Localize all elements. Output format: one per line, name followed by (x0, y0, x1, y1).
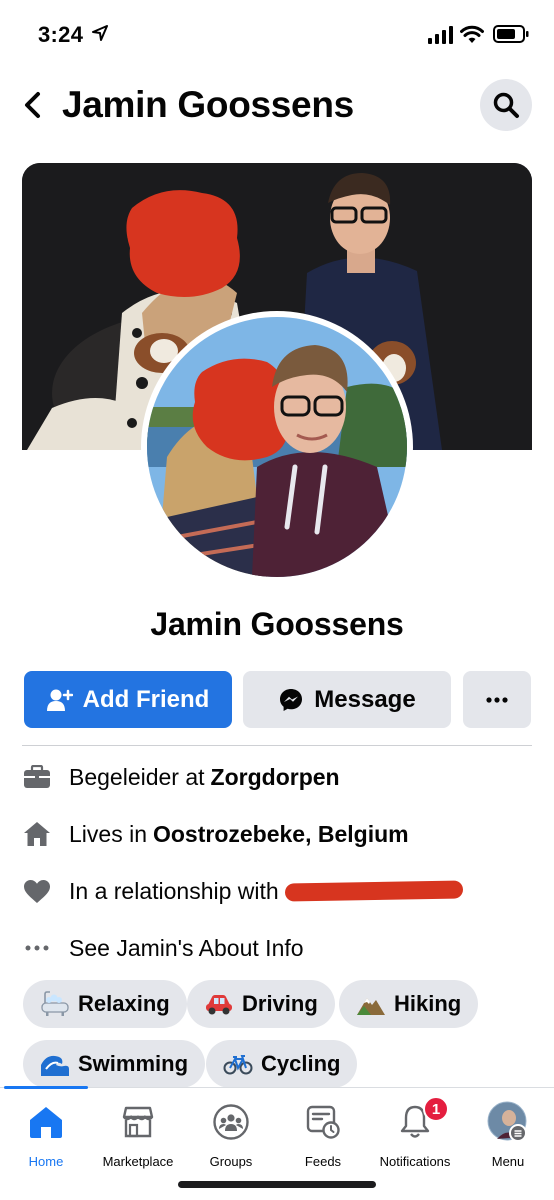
heart-icon (24, 879, 50, 903)
tab-marketplace[interactable]: Marketplace (88, 1102, 188, 1169)
active-tab-indicator (4, 1086, 88, 1089)
home-icon (30, 1107, 62, 1138)
notification-badge: 1 (423, 1096, 449, 1122)
tab-feeds[interactable]: Feeds (273, 1102, 373, 1169)
lives-info-row[interactable]: Lives in Oostrozebeke, Belgium (22, 814, 532, 854)
tab-label: Feeds (304, 1154, 342, 1169)
ellipsis-icon (486, 696, 508, 703)
car-emoji-icon (206, 995, 232, 1015)
status-bar: 3:24 (0, 0, 554, 70)
search-button[interactable] (480, 79, 532, 131)
lives-prefix: Lives in (69, 820, 147, 847)
hobby-label: Hiking (394, 991, 462, 1016)
add-friend-button[interactable]: Add Friend (24, 671, 232, 728)
location-arrow-icon (92, 25, 108, 41)
message-label: Message (314, 685, 416, 713)
battery-icon (493, 25, 529, 43)
messenger-icon (280, 688, 303, 711)
tab-label: Home (28, 1154, 64, 1169)
groups-icon (213, 1104, 249, 1140)
bicycle-emoji-icon (223, 1055, 253, 1075)
tab-groups[interactable]: Groups (181, 1102, 281, 1169)
cellular-signal-icon (428, 26, 453, 44)
tab-label: Menu (491, 1154, 525, 1169)
hobby-label: Cycling (261, 1051, 341, 1076)
work-info-row[interactable]: Begeleider at Zorgdorpen (22, 757, 532, 797)
lives-place-link[interactable]: Oostrozebeke, Belgium (153, 821, 409, 848)
avatar-menu-icon (487, 1101, 527, 1142)
profile-picture[interactable] (141, 311, 413, 583)
bathtub-emoji-icon (41, 991, 69, 1016)
feeds-icon (306, 1105, 340, 1139)
hobby-chip-swimming[interactable]: Swimming (23, 1040, 206, 1088)
mountain-emoji-icon (357, 998, 385, 1015)
profile-name: Jamin Goossens (150, 606, 404, 642)
search-icon (493, 92, 519, 118)
message-button[interactable]: Message (243, 671, 451, 728)
status-time: 3:24 (38, 22, 84, 47)
ellipsis-icon (25, 945, 49, 951)
relationship-info-row[interactable]: In a relationship with (22, 871, 532, 911)
relationship-prefix: In a relationship with (69, 877, 279, 904)
hobby-chip-driving[interactable]: Driving (187, 980, 335, 1028)
hobby-label: Driving (242, 991, 318, 1016)
tab-label: Marketplace (102, 1154, 174, 1169)
add-friend-icon (46, 689, 73, 711)
briefcase-icon (24, 765, 50, 788)
wifi-icon (460, 25, 484, 43)
about-info-row[interactable]: See Jamin's About Info (22, 928, 532, 968)
home-location-icon (24, 822, 50, 846)
wave-emoji-icon (41, 1055, 69, 1076)
redacted-partner-name (284, 880, 463, 902)
work-prefix: Begeleider at (69, 763, 205, 790)
page-title: Jamin Goossens (62, 84, 354, 125)
profile-header: Jamin Goossens (0, 76, 554, 136)
marketplace-icon (122, 1106, 154, 1138)
tab-notifications[interactable]: 1 Notifications (365, 1096, 465, 1169)
hobby-chip-hiking[interactable]: Hiking (339, 980, 479, 1028)
hobby-label: Relaxing (78, 991, 170, 1016)
hobby-chip-cycling[interactable]: Cycling (206, 1040, 358, 1088)
chevron-left-icon (25, 92, 40, 118)
tab-menu[interactable]: Menu (458, 1101, 554, 1169)
back-button[interactable] (18, 88, 48, 122)
work-place-link[interactable]: Zorgdorpen (211, 764, 340, 791)
hobby-label: Swimming (78, 1051, 189, 1076)
hobby-chip-relaxing[interactable]: Relaxing (23, 980, 187, 1028)
home-indicator[interactable] (178, 1181, 376, 1188)
add-friend-label: Add Friend (82, 685, 210, 713)
divider (22, 745, 532, 746)
tab-home[interactable]: Home (0, 1102, 96, 1169)
more-options-button[interactable] (463, 671, 531, 728)
about-info-link[interactable]: See Jamin's About Info (69, 935, 304, 962)
tab-label: Groups (209, 1154, 253, 1169)
tab-label: Notifications (379, 1154, 451, 1169)
